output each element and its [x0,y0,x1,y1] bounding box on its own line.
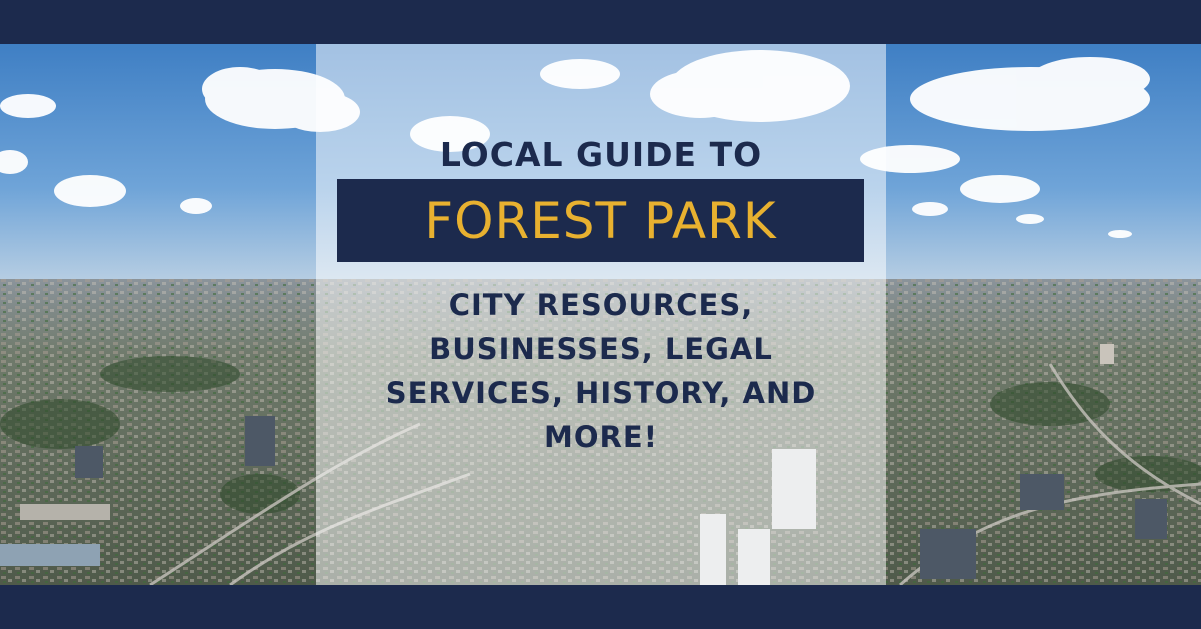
page-title: FOREST PARK [424,191,777,250]
top-banner-bar [0,0,1201,44]
bottom-banner-bar [0,585,1201,629]
subtitle-text: CITY RESOURCES, BUSINESSES, LEGAL SERVIC… [385,288,817,454]
headline-line1: LOCAL GUIDE TO [439,135,763,174]
title-box: FOREST PARK [337,179,864,262]
